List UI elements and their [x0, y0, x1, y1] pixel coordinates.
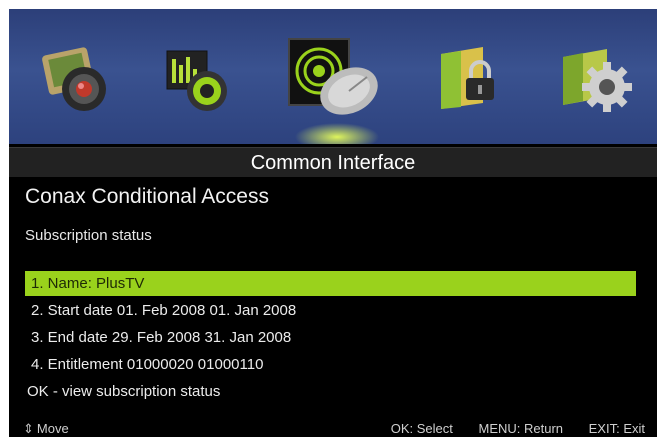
list-item-entitlement[interactable]: 4. Entitlement 01000020 01000110: [25, 352, 636, 377]
tv-screen: Common Interface Conax Conditional Acces…: [9, 9, 657, 437]
subtitle: Subscription status: [25, 227, 152, 244]
return-hint: MENU: Return: [478, 421, 564, 436]
module-title: Conax Conditional Access: [25, 185, 269, 208]
list-item-start-date[interactable]: 2. Start date 01. Feb 2008 01. Jan 2008: [25, 298, 636, 323]
subscription-list: 1. Name: PlusTV 2. Start date 01. Feb 20…: [25, 271, 636, 379]
media-camera-icon[interactable]: [29, 9, 119, 144]
move-label: Move: [36, 421, 69, 436]
satellite-dish-icon[interactable]: [271, 9, 401, 144]
key-hints: OK: Select MENU: Return EXIT: Exit: [369, 420, 645, 437]
up-down-arrow-icon: ⇕: [23, 421, 34, 436]
main-menu-icon-bar: [9, 9, 657, 144]
list-item-end-date[interactable]: 3. End date 29. Feb 2008 31. Jan 2008: [25, 325, 636, 350]
content-panel: Conax Conditional Access Subscription st…: [9, 177, 657, 420]
list-item-name[interactable]: 1. Name: PlusTV: [25, 271, 636, 296]
menu-title: Common Interface: [9, 147, 657, 178]
select-hint: OK: Select: [390, 421, 453, 436]
hint-text: OK - view subscription status: [27, 383, 221, 400]
gear-icon[interactable]: [549, 9, 649, 144]
move-hint: ⇕ Move: [23, 420, 69, 437]
exit-hint: EXIT: Exit: [588, 421, 645, 436]
footer-key-bar: ⇕ Move OK: Select MENU: Return EXIT: Exit: [9, 420, 657, 437]
settings-dial-icon[interactable]: [157, 9, 247, 144]
lock-icon[interactable]: [431, 9, 521, 144]
